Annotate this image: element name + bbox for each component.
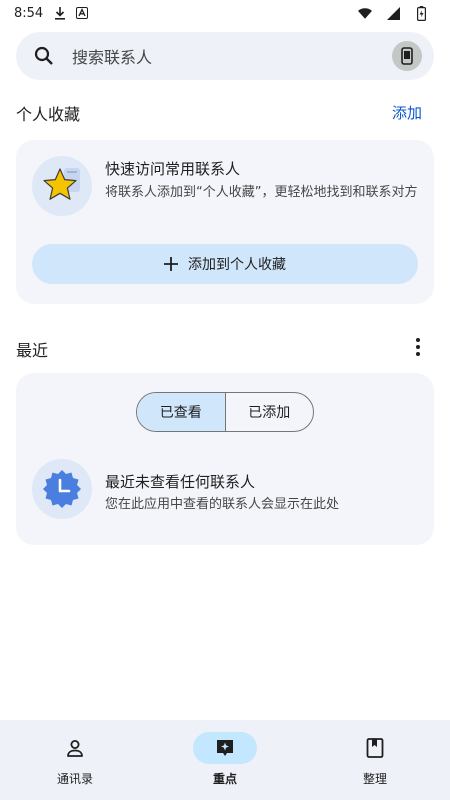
recent-section-title: 最近 (16, 341, 49, 360)
favorites-card-description: 将联系人添加到“个人收藏”，更轻松地找到和联系对方 (105, 185, 418, 200)
add-to-favorites-label: 添加到个人收藏 (188, 257, 286, 273)
recent-filter-segmented: 已查看 已添加 (136, 392, 314, 432)
plus-icon (164, 254, 178, 274)
organize-icon (343, 732, 407, 764)
app-notification-icon (75, 6, 89, 20)
search-bar[interactable]: 搜索联系人 (16, 32, 434, 80)
more-options-icon[interactable] (408, 336, 428, 358)
favorites-card-title: 快速访问常用联系人 (105, 160, 241, 178)
phone-icon (401, 47, 413, 65)
device-account-button[interactable] (392, 41, 422, 71)
nav-organize[interactable]: 整理 (300, 720, 450, 800)
nav-organize-label: 整理 (362, 772, 387, 786)
nav-highlights-label: 重点 (212, 772, 237, 786)
recent-empty-title: 最近未查看任何联系人 (105, 473, 256, 491)
download-icon (53, 6, 67, 20)
favorites-section-title: 个人收藏 (16, 105, 81, 124)
highlights-icon (193, 732, 257, 764)
wifi-icon (358, 6, 372, 20)
add-favorite-link[interactable]: 添加 (392, 102, 422, 123)
search-placeholder[interactable]: 搜索联系人 (72, 44, 152, 68)
status-time: 8:54 (14, 5, 44, 21)
segment-added[interactable]: 已添加 (226, 393, 314, 431)
battery-icon (414, 5, 428, 21)
favorites-card: 快速访问常用联系人 将联系人添加到“个人收藏”，更轻松地找到和联系对方 添加到个… (16, 140, 434, 304)
clock-badge-icon (32, 459, 92, 519)
bottom-navigation: 通讯录 重点 整理 (0, 720, 450, 800)
star-illustration-icon (32, 156, 92, 216)
nav-highlights[interactable]: 重点 (150, 720, 300, 800)
segment-viewed[interactable]: 已查看 (137, 393, 226, 431)
person-icon (43, 732, 107, 764)
nav-contacts-label: 通讯录 (56, 772, 93, 786)
recent-card: 已查看 已添加 最近未查看任何联系人 您在此应用中查看的联系人会显示在此处 (16, 373, 434, 545)
recent-empty-description: 您在此应用中查看的联系人会显示在此处 (105, 497, 340, 512)
add-to-favorites-button[interactable]: 添加到个人收藏 (32, 244, 418, 284)
search-icon (32, 44, 56, 68)
status-bar: 8:54 (0, 0, 450, 26)
nav-contacts[interactable]: 通讯录 (0, 720, 150, 800)
signal-icon (386, 6, 400, 20)
